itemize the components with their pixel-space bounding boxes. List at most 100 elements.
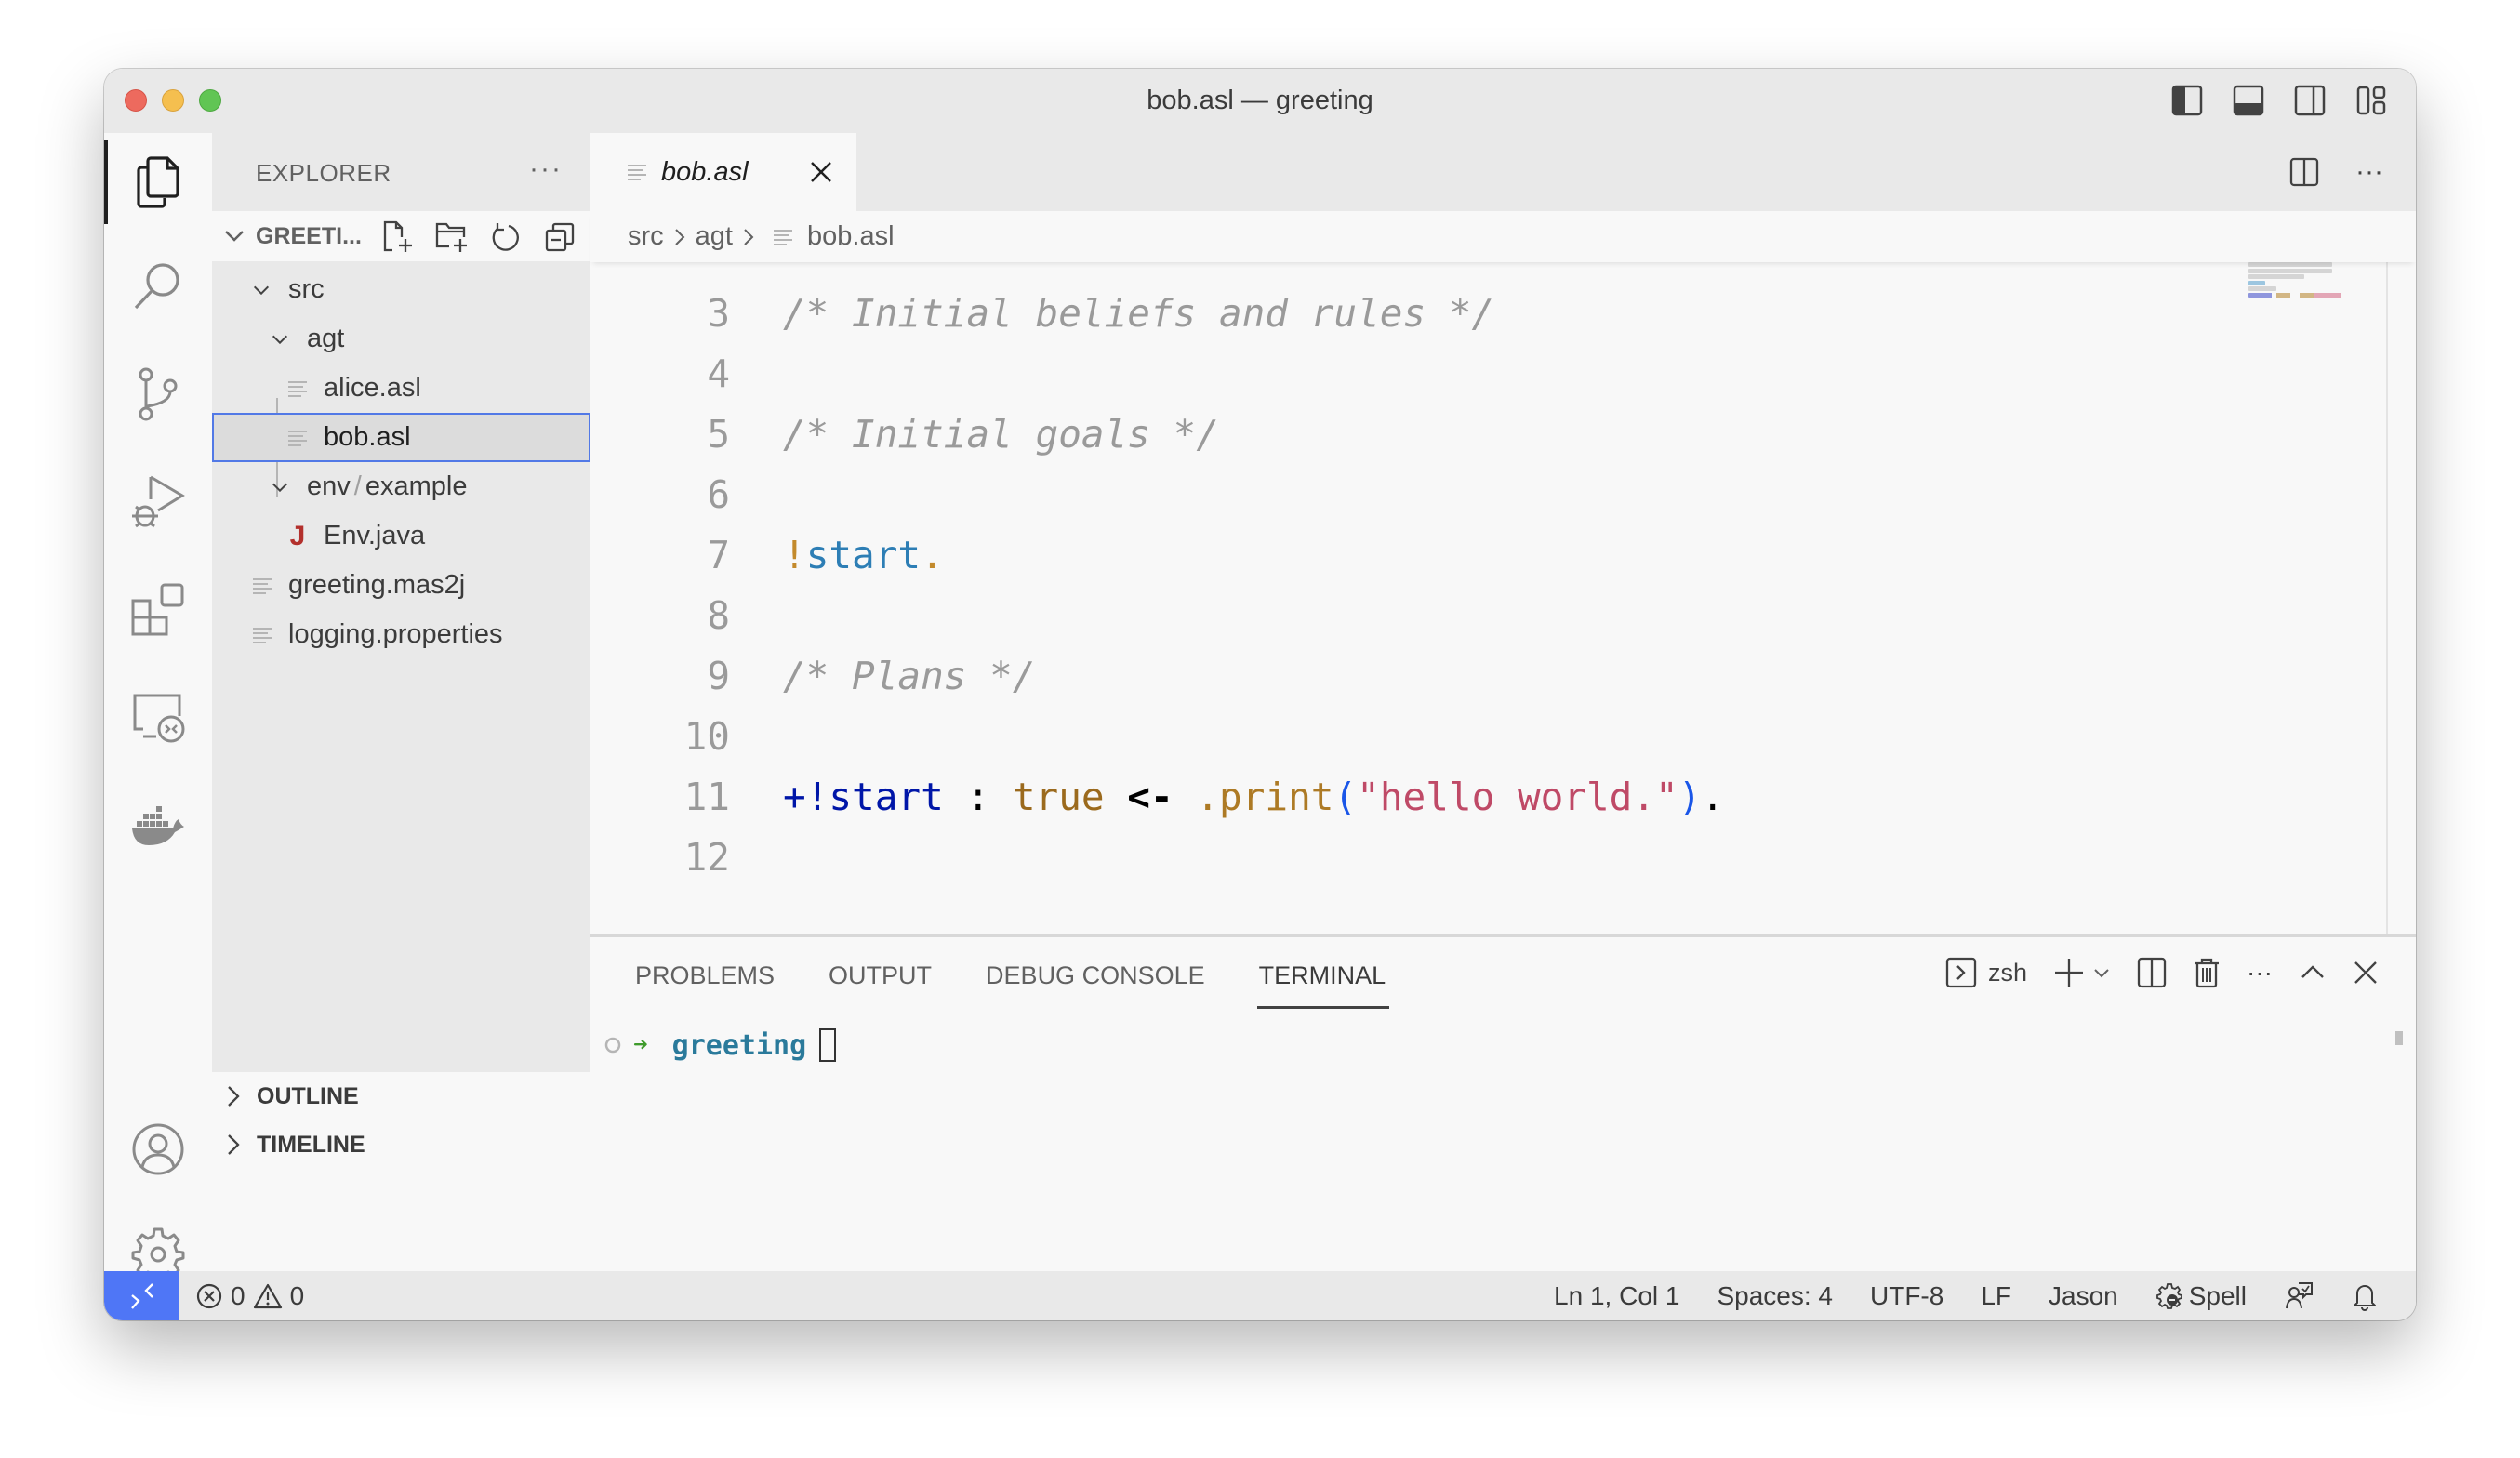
panel-more-button[interactable]: ··· <box>2247 954 2273 991</box>
token-end: . <box>1701 774 1725 819</box>
activity-docker[interactable] <box>104 784 212 868</box>
chevron-down-icon <box>221 222 247 253</box>
encoding[interactable]: UTF-8 <box>1870 1281 1943 1311</box>
new-folder-button[interactable] <box>433 219 471 256</box>
line-number: 11 <box>683 774 730 819</box>
collapse-all-icon <box>545 222 575 252</box>
workspace-folder-header[interactable]: GREETI... <box>212 211 590 261</box>
explorer-more-button[interactable]: ··· <box>529 153 563 185</box>
activity-remote-explorer[interactable] <box>104 676 212 760</box>
customize-layout-button[interactable] <box>2354 84 2388 117</box>
indentation[interactable]: Spaces: 4 <box>1717 1281 1833 1311</box>
minimap-line <box>2248 280 2265 285</box>
code-line: 7 !start. <box>590 524 2264 585</box>
breadcrumb-src[interactable]: src <box>628 221 664 252</box>
tree-item-src[interactable]: src <box>212 265 590 314</box>
folder-segment-env[interactable]: env <box>307 471 351 501</box>
activity-source-control[interactable] <box>104 352 212 436</box>
tree-item-greeting-mas2j[interactable]: greeting.mas2j <box>212 561 590 610</box>
tab-problems[interactable]: PROBLEMS <box>635 961 775 1009</box>
terminal-selector[interactable]: zsh <box>1945 954 2027 991</box>
chevron-right-icon <box>228 1134 240 1155</box>
token-trigger: +!start <box>783 774 944 819</box>
live-share-feedback-button[interactable] <box>2284 1281 2314 1311</box>
tree-item-agt[interactable]: agt <box>212 314 590 364</box>
activity-search[interactable] <box>104 245 212 328</box>
code-line: 8 <box>590 585 2264 645</box>
language-mode[interactable]: Jason <box>2049 1281 2118 1311</box>
toggle-panel-button[interactable] <box>2232 84 2265 117</box>
tree-item-label: Env.java <box>324 521 426 550</box>
workspace-folder-name: GREETI... <box>256 223 362 249</box>
close-tab-button[interactable] <box>804 155 838 189</box>
tree-item-bob-asl[interactable]: bob.asl <box>212 413 590 462</box>
terminal-prompt[interactable]: ➜ greeting <box>603 1028 837 1062</box>
tree-item-label: src <box>288 274 325 304</box>
terminal-icon <box>1945 957 1977 988</box>
warning-icon <box>253 1283 282 1308</box>
notifications-button[interactable] <box>2351 1281 2379 1311</box>
error-icon <box>196 1283 222 1308</box>
maximize-panel-button[interactable] <box>2299 954 2327 991</box>
outline-section[interactable]: OUTLINE <box>212 1072 590 1120</box>
tab-terminal[interactable]: TERMINAL <box>1256 961 1389 1009</box>
minimap-line <box>2248 274 2304 279</box>
window-title: bob.asl — greeting <box>1147 86 1373 115</box>
split-editor-button[interactable] <box>2286 153 2323 191</box>
tab-label: bob.asl <box>661 156 749 187</box>
tab-bob-asl[interactable]: bob.asl <box>590 133 856 211</box>
breadcrumb-bob-asl[interactable]: bob.asl <box>807 221 895 252</box>
files-icon <box>137 156 179 208</box>
code-editor[interactable]: 2 3 /* Initial beliefs and rules */ 4 5 … <box>590 262 2264 934</box>
new-terminal-button[interactable] <box>2053 954 2111 991</box>
person-feedback-icon <box>2286 1281 2313 1308</box>
collapse-folders-button[interactable] <box>541 219 578 256</box>
kill-terminal-button[interactable] <box>2193 954 2221 991</box>
code-line: 3 /* Initial beliefs and rules */ <box>590 283 2264 343</box>
refresh-explorer-button[interactable] <box>487 219 524 256</box>
chevron-up-icon <box>2301 965 2324 978</box>
cursor-position[interactable]: Ln 1, Col 1 <box>1554 1281 1679 1311</box>
sidebar-right-icon <box>2294 85 2326 116</box>
trash-icon <box>2195 958 2220 988</box>
folder-segment-example[interactable]: example <box>365 471 468 501</box>
prompt-directory: greeting <box>671 1028 807 1062</box>
activity-run-debug[interactable] <box>104 460 212 544</box>
tree-item-env-java[interactable]: J Env.java <box>212 511 590 561</box>
prompt-arrow-icon: ➜ <box>633 1031 648 1059</box>
tab-output[interactable]: OUTPUT <box>829 961 932 1009</box>
code-line: 9 /* Plans */ <box>590 645 2264 706</box>
spell-check-status[interactable]: Spell <box>2155 1281 2247 1311</box>
java-file-icon: J <box>289 520 306 551</box>
run-debug-icon <box>132 475 185 528</box>
remote-indicator-button[interactable] <box>104 1271 179 1320</box>
tab-debug-console[interactable]: DEBUG CONSOLE <box>986 961 1205 1009</box>
remote-explorer-icon <box>133 694 185 743</box>
new-file-button[interactable] <box>379 219 417 256</box>
end-of-line[interactable]: LF <box>1981 1281 2011 1311</box>
close-panel-button[interactable] <box>2353 954 2379 991</box>
activity-accounts[interactable] <box>104 1107 212 1191</box>
line-number: 6 <box>707 471 730 517</box>
line-number: 8 <box>707 592 730 638</box>
tree-item-label: greeting.mas2j <box>288 570 466 600</box>
outline-label: OUTLINE <box>257 1082 359 1109</box>
minimap[interactable] <box>2248 262 2341 318</box>
editor-more-button[interactable]: ··· <box>2351 153 2388 191</box>
toggle-primary-sidebar-button[interactable] <box>2170 84 2204 117</box>
text-file-icon <box>288 429 307 447</box>
tree-item-env-example[interactable]: env / example <box>212 462 590 511</box>
tree-item-logging-properties[interactable]: logging.properties <box>212 610 590 659</box>
terminal-scrollbar[interactable] <box>2395 1031 2403 1045</box>
toggle-secondary-sidebar-button[interactable] <box>2293 84 2327 117</box>
editor-scrollbar-track[interactable] <box>2386 262 2388 934</box>
timeline-section[interactable]: TIMELINE <box>212 1120 590 1169</box>
problems-status[interactable]: 0 0 <box>195 1271 304 1320</box>
tree-item-alice-asl[interactable]: alice.asl <box>212 364 590 413</box>
activity-explorer[interactable] <box>104 140 212 224</box>
breadcrumb-agt[interactable]: agt <box>696 221 733 252</box>
activity-extensions[interactable] <box>104 568 212 652</box>
file-tree: src agt alice.asl bob.asl env / example J … <box>212 261 590 1072</box>
split-terminal-button[interactable] <box>2137 954 2167 991</box>
line-number: 4 <box>707 351 730 396</box>
